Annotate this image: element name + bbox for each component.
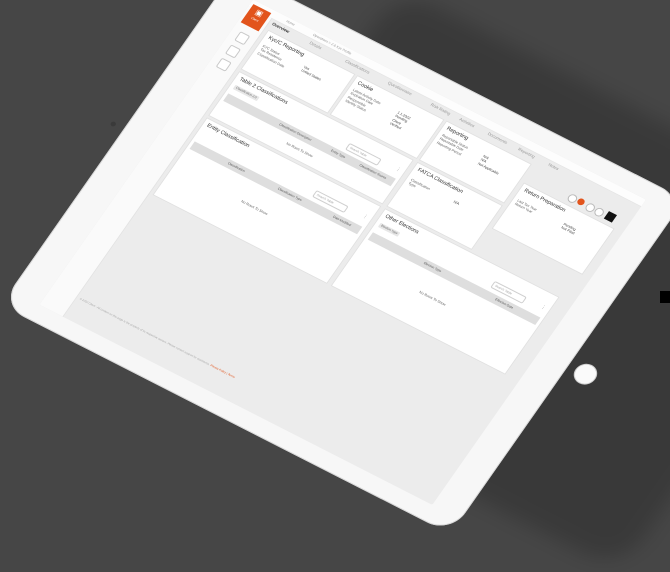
footer-text: © 2022 Client - All content on this page…	[78, 296, 211, 367]
table-header: Election Type Effective Date	[367, 232, 541, 326]
cookie-labels: Latest Activity Date Expiration Date Res…	[344, 88, 382, 113]
camera-dot	[109, 120, 117, 128]
document-icon[interactable]	[224, 44, 242, 59]
card-return-preparation: Return Preparation Last Tax Year Return …	[491, 182, 615, 275]
brand-mark	[660, 291, 670, 303]
kyc-values: Yes United States	[300, 65, 322, 82]
page-footer: © 2022 Client - All content on this page…	[79, 297, 442, 484]
empty-state: No Rows To Show	[418, 290, 447, 307]
empty-state: No Rows To Show	[240, 199, 269, 216]
cookie-values: 1.1.2022 Pending Client Verified	[388, 110, 412, 131]
reporting-values: N/A N/A Not Applicable	[476, 154, 500, 176]
more-options-icon[interactable]: ⋮	[539, 304, 547, 311]
grid-icon[interactable]	[234, 31, 251, 46]
notification-icon[interactable]	[575, 197, 587, 207]
fatca-values: N/A	[452, 199, 461, 206]
avatar[interactable]	[603, 211, 618, 223]
return-values: Pending Not Filed	[560, 222, 577, 236]
breadcrumb-home[interactable]: Home	[285, 19, 295, 26]
fatca-labels: Classification Type	[407, 178, 431, 191]
return-labels: Last Tax Year Return Year	[513, 198, 538, 215]
more-options-icon[interactable]: ⋮	[361, 213, 369, 220]
more-options-icon[interactable]: ⋮	[394, 166, 402, 173]
settings-icon[interactable]	[215, 57, 232, 72]
